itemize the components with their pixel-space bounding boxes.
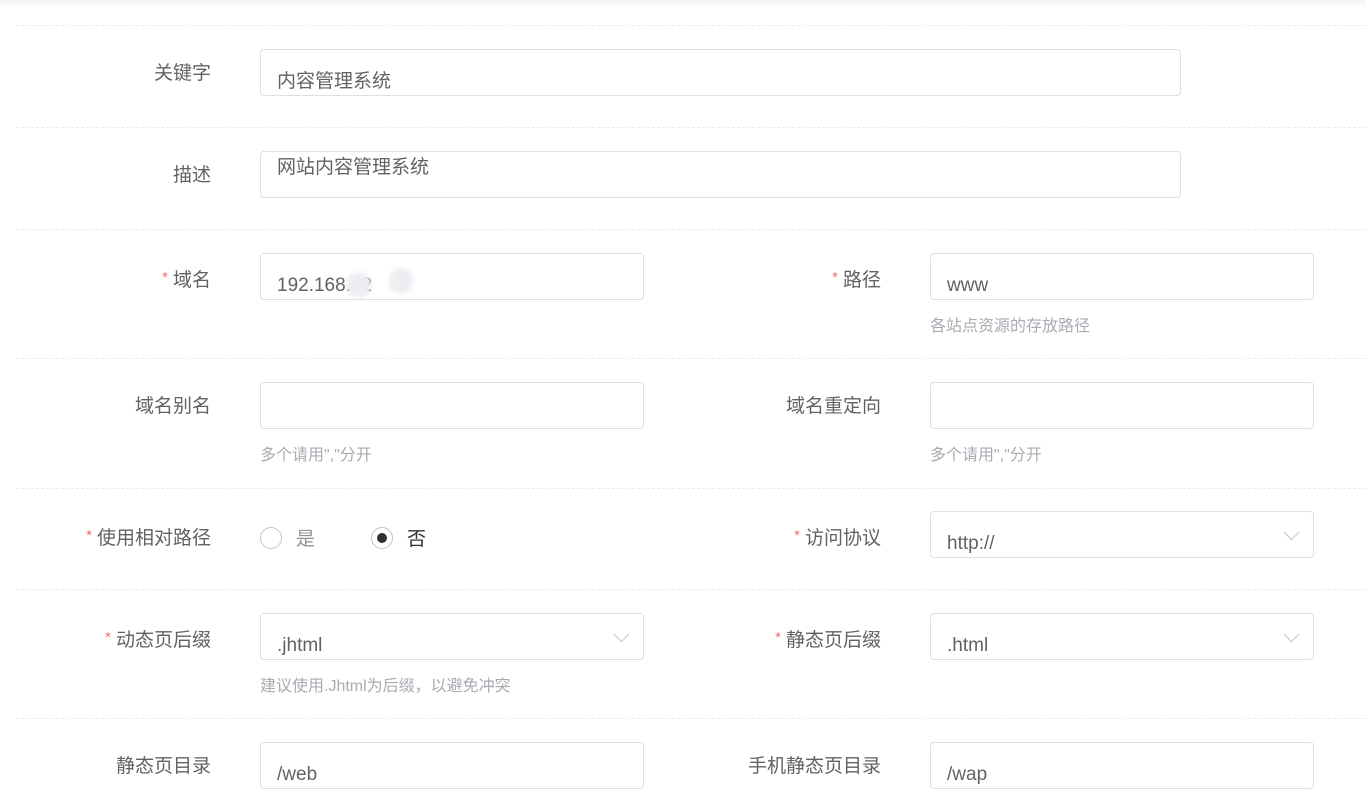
redaction-blur [389, 268, 413, 294]
divider [16, 229, 1366, 230]
domain-label: * 域名 [0, 266, 211, 293]
divider [16, 25, 1366, 26]
radio-label: 否 [407, 529, 427, 550]
select-value: .html [947, 635, 989, 656]
divider [16, 589, 1366, 590]
chevron-down-icon [1283, 524, 1300, 541]
domain-redirect-hint: 多个请用","分开 [930, 447, 1042, 464]
input-value: 网站内容管理系统 [277, 157, 430, 178]
label-text: 描述 [172, 165, 211, 186]
protocol-select[interactable]: http:// [930, 511, 1314, 558]
radio-yes[interactable]: 是 [260, 524, 315, 551]
input-value: /wap [947, 764, 988, 785]
description-label: 描述 [0, 164, 211, 188]
radio-no[interactable]: 否 [371, 524, 426, 551]
chevron-down-icon [1283, 626, 1300, 643]
domain-alias-hint: 多个请用","分开 [260, 447, 372, 464]
dynamic-suffix-hint: 建议使用.Jhtml为后缀，以避免冲突 [260, 678, 511, 695]
static-dir-label: 静态页目录 [0, 755, 211, 779]
input-value: www [947, 275, 989, 296]
path-label: * 路径 [621, 266, 881, 293]
divider [16, 358, 1366, 359]
keywords-label: 关键字 [0, 62, 211, 86]
divider [16, 127, 1366, 128]
required-mark: * [105, 629, 111, 646]
required-mark: * [162, 269, 168, 286]
relative-path-label: * 使用相对路径 [0, 524, 211, 551]
domain-alias-input[interactable] [260, 382, 644, 429]
label-text: 域名重定向 [785, 396, 881, 417]
label-text: 关键字 [153, 63, 211, 84]
select-value: .jhtml [277, 635, 323, 656]
mobile-static-dir-input[interactable]: /wap [930, 742, 1314, 789]
radio-circle[interactable] [260, 526, 282, 549]
label-text: 静态页后缀 [785, 630, 881, 651]
redaction-blur [347, 272, 371, 298]
path-hint: 各站点资源的存放路径 [930, 318, 1091, 335]
domain-redirect-label: 域名重定向 [621, 395, 881, 419]
static-suffix-select[interactable]: .html [930, 613, 1314, 660]
required-mark: * [832, 269, 838, 286]
input-value: 内容管理系统 [277, 71, 392, 92]
required-mark: * [794, 527, 800, 544]
mobile-static-dir-label: 手机静态页目录 [621, 755, 881, 779]
radio-label: 是 [296, 529, 316, 550]
label-text: 路径 [842, 270, 881, 291]
domain-alias-label: 域名别名 [0, 395, 211, 419]
label-text: 访问协议 [804, 528, 881, 549]
path-input[interactable]: www [930, 253, 1314, 300]
dynamic-suffix-select[interactable]: .jhtml [260, 613, 644, 660]
radio-circle-checked[interactable] [371, 526, 393, 549]
static-suffix-label: * 静态页后缀 [621, 626, 881, 653]
label-text: 静态页目录 [115, 756, 211, 777]
description-textarea[interactable]: 网站内容管理系统 [260, 151, 1181, 198]
divider [16, 488, 1366, 489]
static-dir-input[interactable]: /web [260, 742, 644, 789]
input-value: /web [277, 764, 318, 785]
label-text: 使用相对路径 [96, 528, 211, 549]
domain-redirect-input[interactable] [930, 382, 1314, 429]
top-shadow [0, 0, 1366, 8]
label-text: 域名别名 [134, 396, 211, 417]
label-text: 域名 [172, 270, 211, 291]
keywords-input[interactable]: 内容管理系统 [260, 49, 1181, 96]
required-mark: * [86, 527, 92, 544]
divider [16, 718, 1366, 719]
dynamic-suffix-label: * 动态页后缀 [0, 626, 211, 653]
protocol-label: * 访问协议 [621, 524, 881, 551]
select-value: http:// [947, 533, 995, 554]
label-text: 动态页后缀 [115, 630, 211, 651]
required-mark: * [775, 629, 781, 646]
label-text: 手机静态页目录 [747, 756, 881, 777]
domain-input[interactable]: 192.168. .2 [260, 253, 644, 300]
